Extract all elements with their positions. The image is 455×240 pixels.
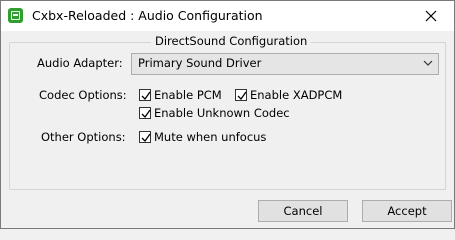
checkmark-icon <box>237 91 247 101</box>
checkbox-box[interactable] <box>235 89 247 101</box>
window-title: Cxbx-Reloaded : Audio Configuration <box>32 8 263 23</box>
checkbox-box[interactable] <box>139 107 151 119</box>
checkbox-box[interactable] <box>139 89 151 101</box>
audio-adapter-label: Audio Adapter: <box>37 56 123 70</box>
other-options-label: Other Options: <box>41 130 126 144</box>
enable-pcm-label: Enable PCM <box>154 88 222 102</box>
close-icon <box>425 10 437 22</box>
audio-config-window: Cxbx-Reloaded : Audio Configuration Dire… <box>0 0 455 229</box>
enable-xadpcm-label: Enable XADPCM <box>250 88 343 102</box>
mute-when-unfocus-checkbox[interactable]: Mute when unfocus <box>139 130 266 144</box>
enable-unknown-codec-checkbox[interactable]: Enable Unknown Codec <box>139 106 290 120</box>
codec-options-label: Codec Options: <box>39 88 127 102</box>
checkbox-box[interactable] <box>139 131 151 143</box>
accept-button[interactable]: Accept <box>362 200 452 222</box>
checkmark-icon <box>141 91 151 101</box>
checkmark-icon <box>141 109 151 119</box>
chevron-down-icon <box>423 60 433 66</box>
audio-adapter-select[interactable]: Primary Sound Driver <box>131 53 439 75</box>
audio-adapter-value: Primary Sound Driver <box>138 56 262 70</box>
enable-xadpcm-checkbox[interactable]: Enable XADPCM <box>235 88 342 102</box>
mute-when-unfocus-label: Mute when unfocus <box>154 130 267 144</box>
title-bar[interactable]: Cxbx-Reloaded : Audio Configuration <box>1 1 454 31</box>
cancel-button[interactable]: Cancel <box>258 200 348 222</box>
close-button[interactable] <box>409 1 454 31</box>
enable-pcm-checkbox[interactable]: Enable PCM <box>139 88 222 102</box>
app-icon <box>8 8 23 23</box>
group-title: DirectSound Configuration <box>151 34 312 48</box>
enable-unknown-codec-label: Enable Unknown Codec <box>154 106 290 120</box>
checkmark-icon <box>141 133 151 143</box>
